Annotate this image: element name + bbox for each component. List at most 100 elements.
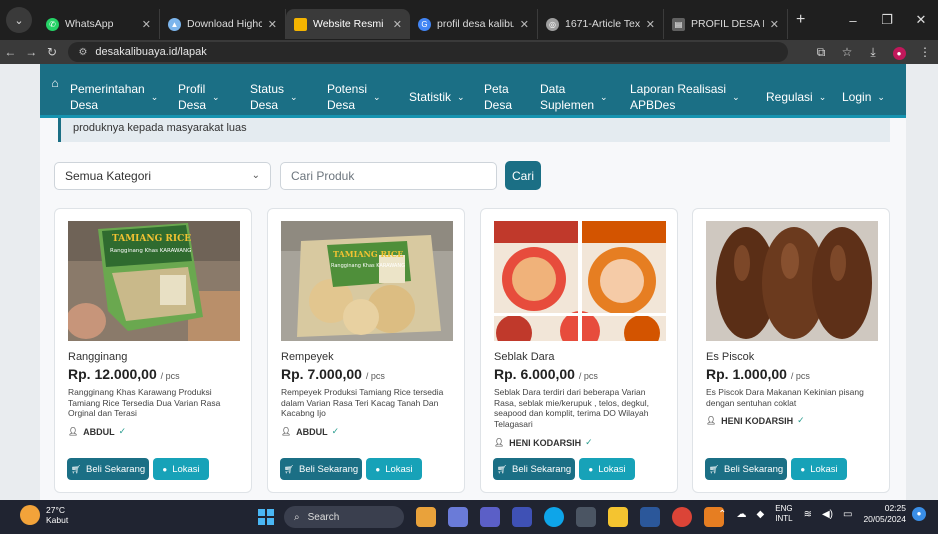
- weather-widget[interactable]: 27°C Kabut: [20, 505, 68, 525]
- location-button[interactable]: ● Lokasi: [791, 458, 847, 480]
- close-icon[interactable]: ✕: [770, 18, 779, 31]
- page-container: ⌂ Pemerintahan Desa ⌄ Profil Desa ⌄ Status…: [40, 64, 906, 500]
- close-icon[interactable]: ✕: [393, 18, 402, 31]
- nav-profil-desa[interactable]: Profil Desa ⌄: [178, 64, 250, 118]
- nav-login[interactable]: Login ⌄: [842, 64, 902, 118]
- whatsapp-icon: ✆: [46, 17, 59, 31]
- nav-laporan-realisasi-apbdes[interactable]: Laporan Realisasi APBDes ⌄: [630, 64, 766, 118]
- nav-data-suplemen[interactable]: Data Suplemen ⌄: [540, 64, 630, 118]
- map-pin-icon: ●: [588, 464, 594, 474]
- buy-now-button[interactable]: 🛒︎ Beli Sekarang: [493, 458, 575, 480]
- file-explorer-icon[interactable]: [608, 507, 628, 527]
- windows-taskbar: 27°C Kabut ⌕ Search ⌃ ☁ ◆ ENG INTL ≋ ◀) …: [0, 500, 938, 534]
- word-app-icon[interactable]: [640, 507, 660, 527]
- back-icon[interactable]: ←: [0, 45, 21, 59]
- home-icon[interactable]: ⌂: [40, 64, 70, 118]
- edge-browser-icon[interactable]: [544, 507, 564, 527]
- site-settings-icon[interactable]: ⚙: [78, 47, 87, 58]
- close-icon[interactable]: ✕: [646, 18, 655, 31]
- taskbar-apps: [410, 507, 730, 527]
- camera-app-icon[interactable]: [576, 507, 596, 527]
- location-button[interactable]: ● Lokasi: [579, 458, 635, 480]
- nav-statistik[interactable]: Statistik ⌄: [409, 64, 484, 118]
- close-icon[interactable]: ✕: [520, 18, 529, 31]
- page-viewport: ⌂ Pemerintahan Desa ⌄ Profil Desa ⌄ Status…: [0, 64, 938, 500]
- close-icon[interactable]: ✕: [142, 18, 151, 31]
- volume-icon[interactable]: ◀): [822, 509, 833, 520]
- nav-status-desa[interactable]: Status Desa ⌄: [250, 64, 327, 118]
- color-picker-icon[interactable]: ◆: [757, 509, 765, 520]
- chevron-down-icon: ⌄: [212, 92, 220, 102]
- tab-search-icon[interactable]: ⌄: [6, 7, 32, 33]
- chevron-down-icon: ⌄: [373, 92, 381, 102]
- tab-label: WhatsApp: [65, 18, 114, 30]
- nav-label: Statistik: [409, 90, 452, 104]
- window-close-icon[interactable]: ✕: [904, 12, 938, 28]
- nav-label: Peta Desa: [484, 82, 513, 112]
- product-description: Es Piscok Dara Makanan Kekinian pisang d…: [706, 387, 864, 408]
- product-seller: 👤︎ HENI KODARSIH ✓: [706, 415, 805, 426]
- reload-icon[interactable]: ↻: [42, 45, 63, 59]
- lang-top: ENG: [775, 504, 793, 513]
- clock[interactable]: 02:25 20/05/2024: [863, 503, 906, 525]
- battery-icon[interactable]: ▭: [843, 509, 852, 520]
- weather-text: 27°C Kabut: [46, 505, 68, 525]
- wifi-icon[interactable]: ≋: [804, 509, 812, 520]
- verified-icon: ✓: [797, 415, 805, 425]
- nav-regulasi[interactable]: Regulasi ⌄: [766, 64, 842, 118]
- seller-name: ABDUL: [296, 426, 328, 437]
- more-menu-icon[interactable]: ⋮: [912, 45, 938, 59]
- url-input[interactable]: ⚙ desakalibuaya.id/lapak: [68, 42, 788, 62]
- clock-time: 02:25: [884, 503, 906, 513]
- buy-now-button[interactable]: 🛒︎ Beli Sekarang: [280, 458, 362, 480]
- browser-tab-highcharts[interactable]: ▲ Download Highchart ✕: [160, 9, 286, 39]
- browser-tab-whatsapp[interactable]: ✆ WhatsApp ✕: [38, 9, 160, 39]
- chevron-down-icon: ⌄: [732, 92, 740, 102]
- widgets-app-icon[interactable]: [416, 507, 436, 527]
- browser-tab-profil-desa[interactable]: ▤ PROFIL DESA BERKEL ✕: [664, 9, 788, 39]
- download-icon[interactable]: ⤓: [860, 45, 886, 60]
- browser-tab-article[interactable]: ◎ 1671-Article Text-30 ✕: [538, 9, 664, 39]
- cart-icon: 🛒︎: [283, 464, 294, 474]
- browser-actions: ⧉ ☆ ⤓ ● ⋮: [808, 45, 938, 60]
- location-button[interactable]: ● Lokasi: [153, 458, 209, 480]
- minimize-icon[interactable]: –: [836, 13, 870, 28]
- cast-icon[interactable]: ⧉: [808, 45, 834, 60]
- browser-tab-google[interactable]: G profil desa kalibuaya ✕: [410, 9, 538, 39]
- buy-now-button[interactable]: 🛒︎ Beli Sekarang: [67, 458, 149, 480]
- map-pin-icon: ●: [162, 464, 168, 474]
- cart-icon: 🛒︎: [708, 464, 719, 474]
- restore-icon[interactable]: ❐: [870, 12, 904, 28]
- input-language[interactable]: ENG INTL: [775, 504, 792, 524]
- search-button[interactable]: Cari: [505, 161, 541, 190]
- taskbar-search[interactable]: ⌕ Search: [284, 506, 404, 528]
- category-select[interactable]: Semua Kategori ⌄: [54, 162, 271, 190]
- buy-now-button[interactable]: 🛒︎ Beli Sekarang: [705, 458, 787, 480]
- product-card-es-piscok: Es Piscok Rp. 1.000,00 / pcs Es Piscok D…: [692, 208, 890, 493]
- location-button[interactable]: ● Lokasi: [366, 458, 422, 480]
- nav-peta-desa[interactable]: Peta Desa: [484, 64, 540, 118]
- site-navbar: ⌂ Pemerintahan Desa ⌄ Profil Desa ⌄ Status…: [40, 64, 906, 118]
- notification-icon[interactable]: ●: [912, 507, 926, 521]
- search-icon: ⌕: [294, 511, 300, 523]
- nav-pemerintahan-desa[interactable]: Pemerintahan Desa ⌄: [70, 64, 178, 118]
- windows-start-icon[interactable]: [258, 509, 274, 525]
- product-search-input[interactable]: [280, 162, 497, 190]
- nav-label: Regulasi: [766, 90, 813, 104]
- profile-avatar[interactable]: ●: [886, 45, 912, 60]
- calendar-app-icon[interactable]: [512, 507, 532, 527]
- new-tab-icon[interactable]: +: [796, 11, 805, 29]
- cloud-icon[interactable]: ☁: [737, 509, 747, 520]
- chrome-browser-icon[interactable]: [672, 507, 692, 527]
- task-view-icon[interactable]: [448, 507, 468, 527]
- meet-app-icon[interactable]: [480, 507, 500, 527]
- nav-label: Laporan Realisasi APBDes: [630, 82, 727, 112]
- product-description: Rangginang Khas Karawang Produksi Tamian…: [68, 387, 221, 418]
- chevron-up-icon[interactable]: ⌃: [718, 509, 726, 520]
- nav-potensi-desa[interactable]: Potensi Desa ⌄: [327, 64, 409, 118]
- product-price: Rp. 1.000,00 / pcs: [706, 366, 810, 382]
- bookmark-star-icon[interactable]: ☆: [834, 45, 860, 59]
- browser-tab-website-desa[interactable]: Website Resmi Desa ✕: [286, 9, 410, 39]
- close-icon[interactable]: ✕: [268, 18, 277, 31]
- forward-icon[interactable]: →: [21, 45, 42, 59]
